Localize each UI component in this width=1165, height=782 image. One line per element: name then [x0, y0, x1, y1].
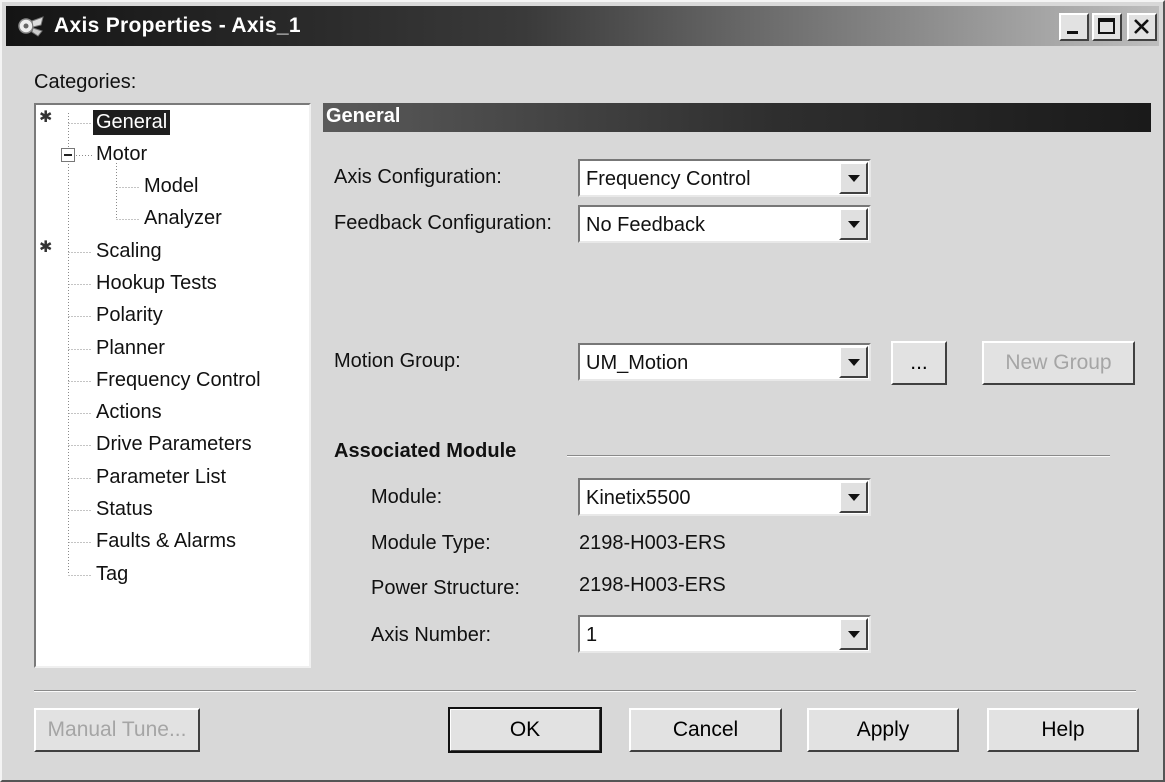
minimize-button[interactable]: [1059, 13, 1089, 41]
collapse-motor-icon[interactable]: [61, 148, 75, 162]
footer-divider-highlight: [34, 691, 1136, 692]
modified-star-icon: ✱: [39, 239, 53, 256]
category-faults-alarms[interactable]: Faults & Alarms: [93, 529, 239, 554]
axis-number-select[interactable]: 1: [578, 615, 871, 653]
dropdown-arrow-icon[interactable]: [839, 481, 868, 513]
minimize-icon: [1067, 31, 1078, 34]
power-structure-value: 2198-H003-ERS: [579, 574, 726, 596]
close-icon: [1134, 19, 1149, 34]
ok-button[interactable]: OK: [448, 707, 602, 753]
cancel-button[interactable]: Cancel: [629, 708, 782, 752]
section-header: General: [323, 103, 1151, 132]
category-hookup-tests[interactable]: Hookup Tests: [93, 271, 220, 296]
category-motor[interactable]: Motor: [93, 142, 150, 167]
module-label: Module:: [371, 486, 443, 508]
axis-configuration-value: Frequency Control: [586, 168, 751, 190]
browse-motion-group-button[interactable]: ...: [891, 341, 947, 385]
motion-group-label: Motion Group:: [334, 350, 461, 372]
section-title: General: [326, 105, 401, 127]
motion-group-value: UM_Motion: [586, 352, 689, 374]
associated-module-heading: Associated Module: [334, 440, 517, 462]
axis-number-label: Axis Number:: [371, 624, 492, 646]
dropdown-arrow-icon[interactable]: [839, 208, 868, 240]
axis-configuration-select[interactable]: Frequency Control: [578, 159, 871, 197]
category-status[interactable]: Status: [93, 497, 156, 522]
modified-star-icon: ✱: [39, 109, 53, 126]
axis-number-value: 1: [586, 624, 598, 646]
category-analyzer[interactable]: Analyzer: [141, 206, 225, 231]
module-value: Kinetix5500: [586, 487, 691, 509]
title-bar[interactable]: Axis Properties - Axis_1: [6, 6, 1159, 46]
dropdown-arrow-icon[interactable]: [839, 162, 868, 194]
feedback-configuration-select[interactable]: No Feedback: [578, 205, 871, 243]
motion-group-select[interactable]: UM_Motion: [578, 343, 871, 381]
category-tag[interactable]: Tag: [93, 562, 131, 587]
category-planner[interactable]: Planner: [93, 336, 168, 361]
axis-configuration-label: Axis Configuration:: [334, 166, 502, 188]
power-structure-label: Power Structure:: [371, 577, 520, 599]
category-polarity[interactable]: Polarity: [93, 303, 166, 328]
manual-tune-button[interactable]: Manual Tune...: [34, 708, 200, 752]
help-button[interactable]: Help: [987, 708, 1139, 752]
feedback-configuration-label: Feedback Configuration:: [334, 212, 552, 234]
category-drive-parameters[interactable]: Drive Parameters: [93, 432, 255, 457]
category-scaling[interactable]: Scaling: [93, 239, 165, 264]
module-select[interactable]: Kinetix5500: [578, 478, 871, 516]
feedback-configuration-value: No Feedback: [586, 214, 705, 236]
categories-tree[interactable]: ✱ ✱ General Motor Model Analyzer Scaling…: [34, 103, 311, 668]
module-type-label: Module Type:: [371, 532, 491, 554]
dropdown-arrow-icon[interactable]: [839, 346, 868, 378]
maximize-icon: [1098, 18, 1115, 34]
module-type-value: 2198-H003-ERS: [579, 532, 726, 554]
category-model[interactable]: Model: [141, 174, 201, 199]
apply-button[interactable]: Apply: [807, 708, 959, 752]
category-actions[interactable]: Actions: [93, 400, 165, 425]
maximize-button[interactable]: [1092, 13, 1122, 41]
category-frequency-control[interactable]: Frequency Control: [93, 368, 264, 393]
category-parameter-list[interactable]: Parameter List: [93, 465, 229, 490]
axis-properties-dialog: Axis Properties - Axis_1 Categories: ✱ ✱…: [0, 0, 1165, 782]
axis-icon: [18, 16, 44, 37]
dropdown-arrow-icon[interactable]: [839, 618, 868, 650]
categories-label: Categories:: [34, 71, 137, 93]
close-button[interactable]: [1127, 13, 1157, 41]
category-general[interactable]: General: [93, 110, 171, 135]
associated-module-divider-highlight: [567, 456, 1110, 457]
new-group-button[interactable]: New Group: [982, 341, 1135, 385]
window-title: Axis Properties - Axis_1: [54, 14, 301, 37]
